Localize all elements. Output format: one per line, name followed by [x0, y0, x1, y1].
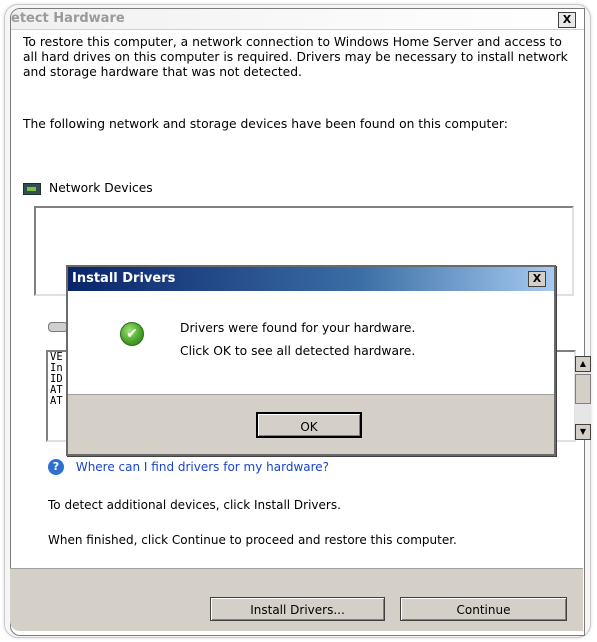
finish-instructions-text: When finished, click Continue to proceed…: [48, 533, 457, 547]
storage-list-scrollbar[interactable]: ▲ ▼: [575, 356, 591, 440]
hard-drive-icon: [48, 322, 68, 332]
help-icon: ?: [48, 459, 64, 475]
install-drivers-button[interactable]: Install Drivers...: [210, 597, 385, 621]
continue-button[interactable]: Continue: [400, 597, 567, 621]
detect-devices-text: To detect additional devices, click Inst…: [48, 498, 341, 512]
network-devices-label: Network Devices: [49, 181, 153, 195]
find-drivers-help-link[interactable]: Where can I find drivers for my hardware…: [76, 460, 329, 474]
window-title: etect Hardware: [11, 11, 125, 26]
dialog-title-bar: Install Drivers X: [68, 267, 554, 291]
dialog-button-bar: OK: [68, 394, 554, 454]
dialog-close-button[interactable]: X: [528, 271, 546, 287]
dialog-message-line1: Drivers were found for your hardware.: [180, 321, 416, 335]
scroll-up-button[interactable]: ▲: [575, 356, 591, 372]
button-bar: Install Drivers... Continue: [10, 568, 583, 631]
help-row: ? Where can I find drivers for my hardwa…: [48, 459, 329, 475]
checkmark-icon: ✔: [120, 322, 144, 346]
found-devices-text: The following network and storage device…: [23, 117, 508, 131]
intro-text: To restore this computer, a network conn…: [23, 35, 568, 79]
ok-button[interactable]: OK: [256, 412, 362, 438]
dialog-message-line2: Click OK to see all detected hardware.: [180, 344, 416, 358]
close-button[interactable]: X: [558, 12, 576, 28]
title-bar: etect Hardware X: [11, 9, 584, 30]
install-drivers-dialog: Install Drivers X ✔ Drivers were found f…: [66, 265, 556, 456]
scroll-down-button[interactable]: ▼: [575, 424, 591, 440]
scroll-thumb[interactable]: [575, 374, 591, 404]
dialog-title: Install Drivers: [72, 271, 176, 286]
network-card-icon: [23, 183, 41, 195]
network-devices-heading: Network Devices: [23, 181, 153, 196]
